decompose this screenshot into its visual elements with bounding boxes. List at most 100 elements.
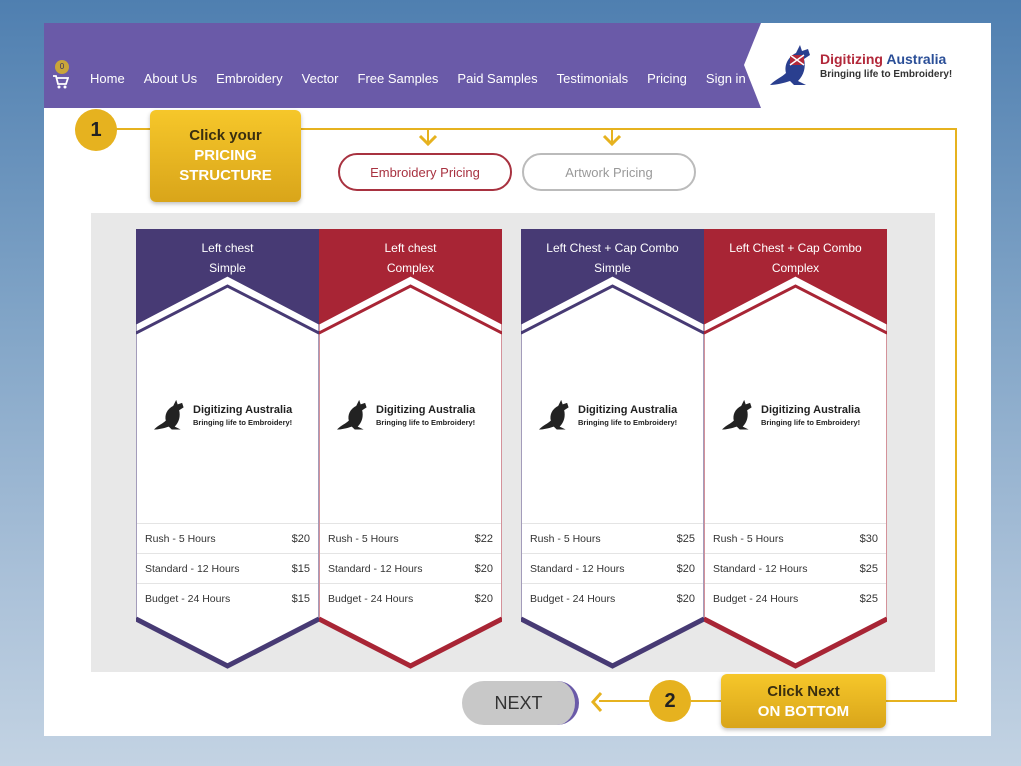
next-button[interactable]: NEXT (462, 681, 579, 725)
nav-sign-in[interactable]: Sign in (706, 71, 746, 86)
cart-icon (53, 75, 69, 89)
tab-artwork-pricing[interactable]: Artwork Pricing (522, 153, 696, 191)
turnaround-label: Standard - 12 Hours (328, 562, 423, 575)
card-title: Left chest Complex (319, 238, 502, 278)
price-row: Rush - 5 Hours $22 (320, 523, 501, 553)
card-title-line-1: Left chest (201, 241, 254, 255)
pricing-card-left-chest-simple[interactable]: Left chest Simple Digitizing Australia Brin… (136, 229, 319, 672)
card-title-line-2: Simple (594, 261, 631, 275)
kangaroo-logo-icon (770, 45, 810, 85)
card-title-line-1: Left Chest + Cap Combo (546, 241, 679, 255)
price-row: Budget - 24 Hours $20 (320, 583, 501, 613)
pricing-cards-area: Left chest Simple Digitizing Australia Brin… (91, 213, 935, 672)
price-value: $15 (291, 592, 310, 605)
cart-count-badge: 0 (55, 60, 69, 74)
turnaround-label: Budget - 24 Hours (145, 592, 231, 605)
price-value: $20 (291, 532, 310, 545)
card-title-line-2: Simple (209, 261, 246, 275)
card-title: Left Chest + Cap Combo Complex (704, 238, 887, 278)
nav-paid-samples[interactable]: Paid Samples (457, 71, 537, 86)
card-logo-tagline: Bringing life to Embroidery! (578, 418, 678, 427)
turnaround-label: Rush - 5 Hours (530, 532, 601, 545)
price-row: Standard - 12 Hours $20 (522, 553, 703, 583)
card-title-line-1: Left chest (384, 241, 437, 255)
kangaroo-icon (153, 399, 184, 430)
logo-title-suffix: Australia (886, 51, 947, 67)
price-row: Rush - 5 Hours $20 (137, 523, 318, 553)
price-row: Standard - 12 Hours $20 (320, 553, 501, 583)
cart-button[interactable]: 0 (53, 60, 73, 90)
card-logo-title: Digitizing Australia (761, 404, 861, 416)
price-value: $20 (474, 562, 493, 575)
nav-free-samples[interactable]: Free Samples (358, 71, 439, 86)
price-value: $25 (676, 532, 695, 545)
price-row: Standard - 12 Hours $15 (137, 553, 318, 583)
step-2-badge: 2 (649, 680, 691, 722)
nav-vector[interactable]: Vector (302, 71, 339, 86)
step-1-badge: 1 (75, 109, 117, 151)
kangaroo-icon (721, 399, 752, 430)
card-logo-title: Digitizing Australia (376, 404, 476, 416)
nav-about-us[interactable]: About Us (144, 71, 197, 86)
card-logo-tagline: Bringing life to Embroidery! (761, 418, 861, 427)
card-title: Left chest Simple (136, 238, 319, 278)
price-value: $20 (474, 592, 493, 605)
turnaround-label: Budget - 24 Hours (530, 592, 616, 605)
step-1-line-3: STRUCTURE (179, 167, 272, 184)
turnaround-label: Standard - 12 Hours (145, 562, 240, 575)
turnaround-label: Rush - 5 Hours (713, 532, 784, 545)
price-row: Budget - 24 Hours $25 (705, 583, 886, 613)
logo-title: Digitizing Australia (820, 51, 946, 67)
card-logo: Digitizing Australia Bringing life to Emb… (151, 394, 311, 434)
page: 0 Home About Us Embroidery Vector Free S… (44, 23, 991, 736)
price-value: $20 (676, 562, 695, 575)
top-navbar: 0 Home About Us Embroidery Vector Free S… (44, 23, 761, 108)
turnaround-label: Rush - 5 Hours (328, 532, 399, 545)
kangaroo-icon (336, 399, 367, 430)
step-2-line-2: ON BOTTOM (757, 703, 850, 720)
price-value: $25 (859, 562, 878, 575)
card-title: Left Chest + Cap Combo Simple (521, 238, 704, 278)
card-title-line-2: Complex (771, 261, 820, 275)
card-logo-tagline: Bringing life to Embroidery! (376, 418, 476, 427)
tab-embroidery-pricing[interactable]: Embroidery Pricing (338, 153, 512, 191)
card-logo-tagline: Bringing life to Embroidery! (193, 418, 293, 427)
pricing-card-left-chest-complex[interactable]: Left chest Complex Digitizing Australia Bri… (319, 229, 502, 672)
price-row: Budget - 24 Hours $20 (522, 583, 703, 613)
nav-embroidery[interactable]: Embroidery (216, 71, 282, 86)
card-title-line-1: Left Chest + Cap Combo (729, 241, 862, 255)
pricing-card-combo-complex[interactable]: Left Chest + Cap Combo Complex Digitizing … (704, 229, 887, 672)
nav-menu: Home About Us Embroidery Vector Free Sam… (90, 71, 765, 86)
nav-pricing[interactable]: Pricing (647, 71, 687, 86)
step-2-line-1: Click Next (767, 683, 840, 700)
step-1-callout: Click your PRICING STRUCTURE (150, 110, 301, 202)
price-row: Standard - 12 Hours $25 (705, 553, 886, 583)
card-logo: Digitizing Australia Bringing life to Emb… (334, 394, 494, 434)
price-row: Rush - 5 Hours $25 (522, 523, 703, 553)
step-1-line-2: PRICING (194, 147, 257, 164)
price-value: $25 (859, 592, 878, 605)
step-2-callout: Click Next ON BOTTOM (721, 674, 886, 728)
card-title-line-2: Complex (386, 261, 435, 275)
pricing-card-combo-simple[interactable]: Left Chest + Cap Combo Simple Digitizing A… (521, 229, 704, 672)
card-logo-title: Digitizing Australia (193, 404, 293, 416)
price-rows: Rush - 5 Hours $22 Standard - 12 Hours $20 B… (320, 523, 501, 613)
price-rows: Rush - 5 Hours $30 Standard - 12 Hours $25 B… (705, 523, 886, 613)
turnaround-label: Standard - 12 Hours (713, 562, 808, 575)
card-logo: Digitizing Australia Bringing life to Emb… (536, 394, 696, 434)
step-1-line-1: Click your (189, 127, 262, 144)
price-row: Budget - 24 Hours $15 (137, 583, 318, 613)
site-logo[interactable]: Digitizing Australia Bringing life to Em… (744, 23, 991, 108)
price-value: $15 (291, 562, 310, 575)
price-rows: Rush - 5 Hours $25 Standard - 12 Hours $20 B… (522, 523, 703, 613)
card-logo: Digitizing Australia Bringing life to Emb… (719, 394, 879, 434)
logo-title-prefix: Digitizing (820, 51, 887, 67)
turnaround-label: Budget - 24 Hours (328, 592, 414, 605)
nav-home[interactable]: Home (90, 71, 125, 86)
turnaround-label: Standard - 12 Hours (530, 562, 625, 575)
price-rows: Rush - 5 Hours $20 Standard - 12 Hours $15 B… (137, 523, 318, 613)
kangaroo-icon (538, 399, 569, 430)
turnaround-label: Budget - 24 Hours (713, 592, 799, 605)
turnaround-label: Rush - 5 Hours (145, 532, 216, 545)
nav-testimonials[interactable]: Testimonials (557, 71, 629, 86)
